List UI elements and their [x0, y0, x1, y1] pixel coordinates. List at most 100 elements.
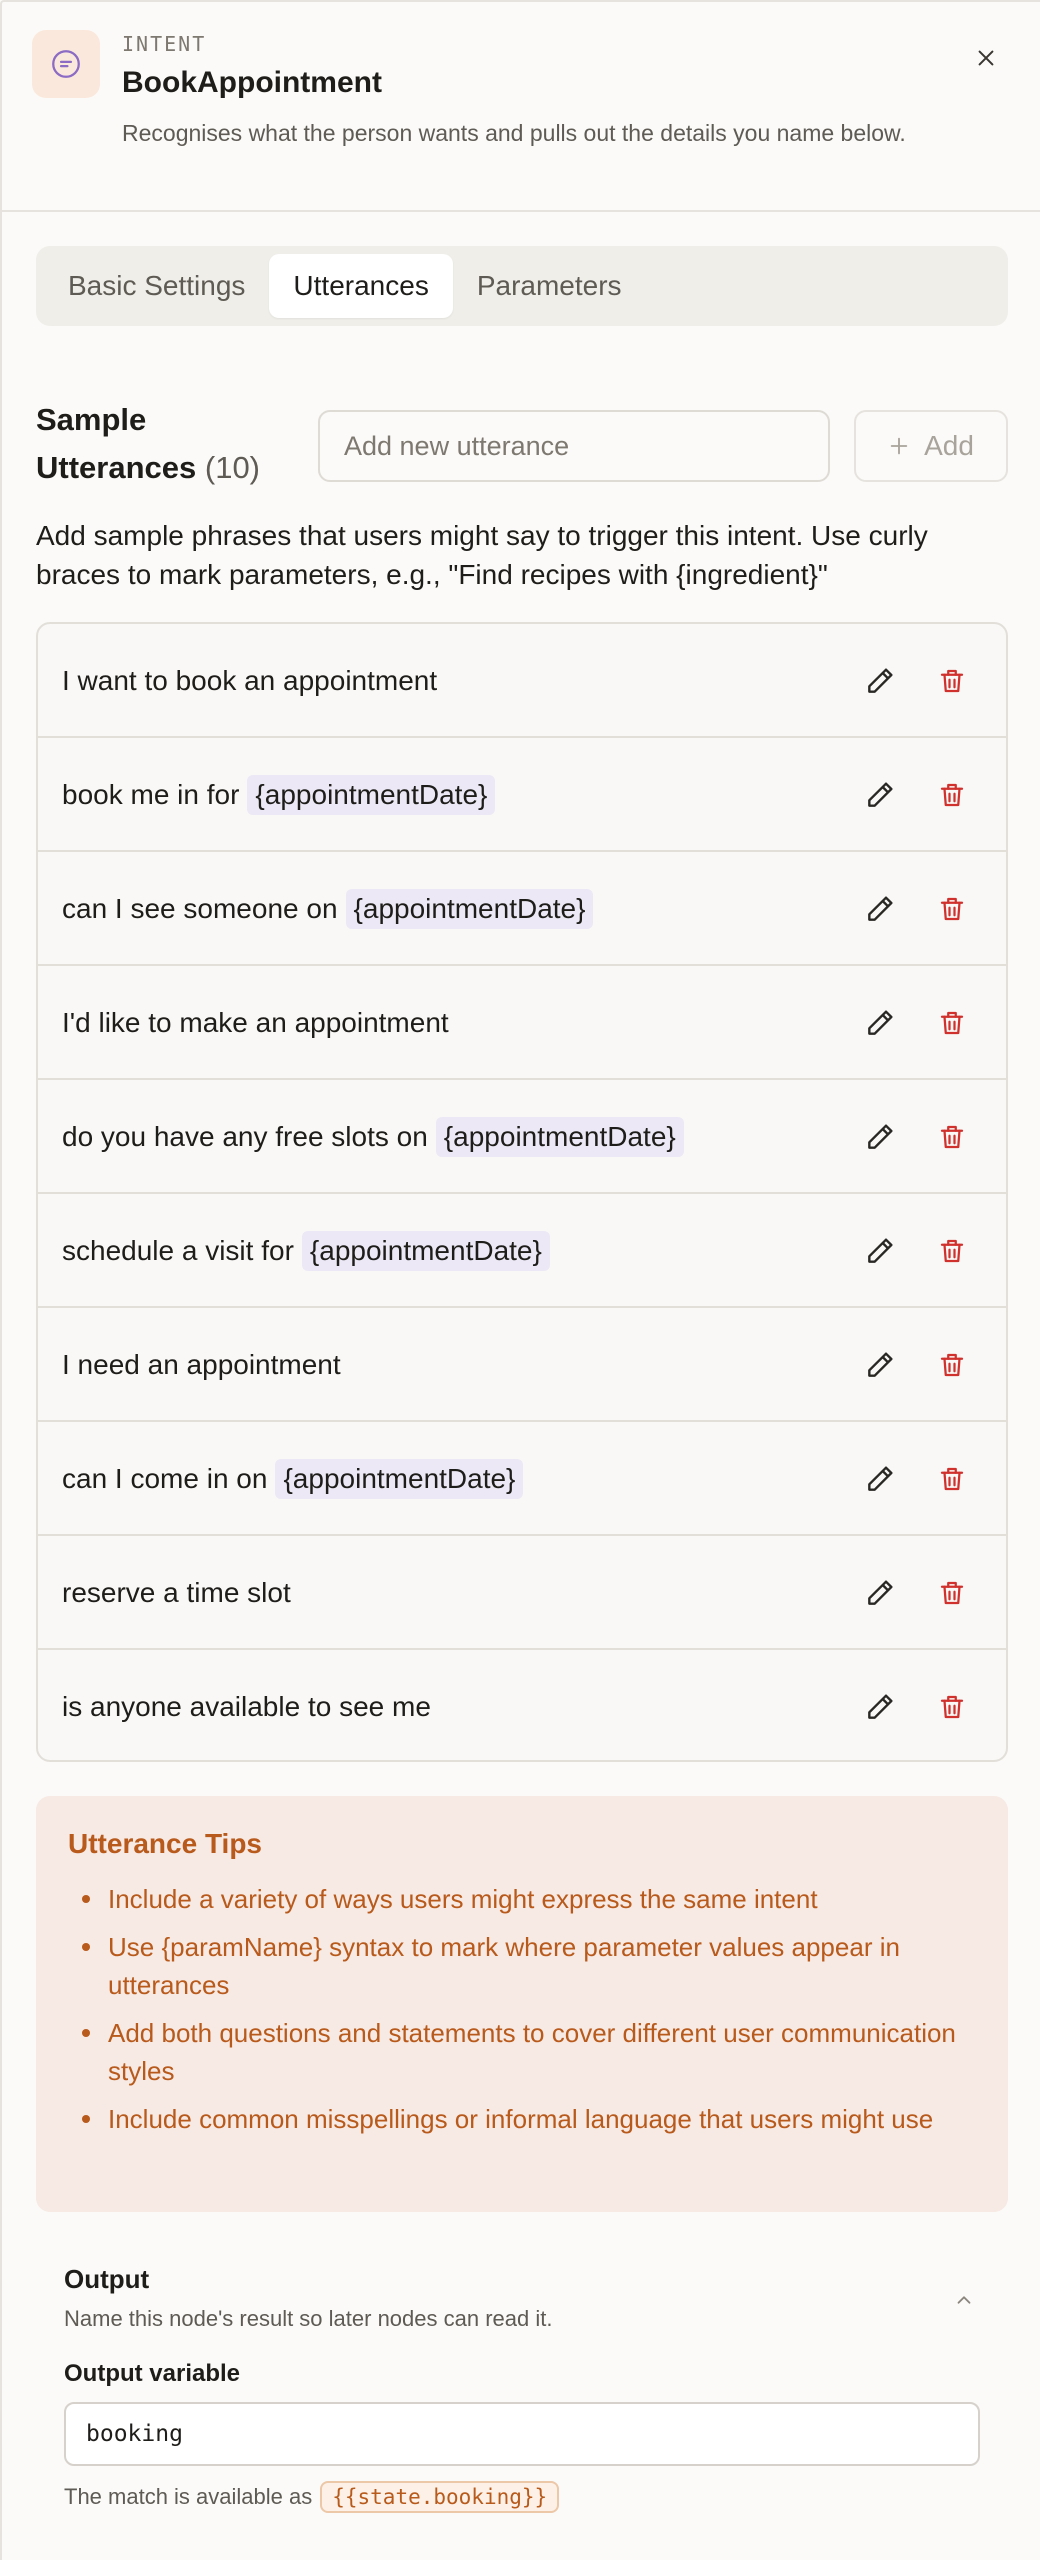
pencil-icon	[868, 782, 893, 807]
edit-utterance-button[interactable]	[860, 889, 900, 929]
output-section-title: Output	[64, 2264, 150, 2294]
section-title: Sample Utterances	[36, 402, 197, 485]
list-item: can I come in on {appointmentDate}	[38, 1422, 1006, 1536]
delete-utterance-button[interactable]	[932, 661, 972, 701]
parameter-chip: {appointmentDate}	[345, 889, 594, 929]
utterance-text: I'd like to make an appointment	[62, 966, 449, 1080]
parameter-chip: {appointmentDate}	[247, 775, 496, 815]
edit-utterance-button[interactable]	[860, 1573, 900, 1613]
edit-utterance-button[interactable]	[860, 1003, 900, 1043]
trash-icon	[940, 1581, 964, 1605]
collapse-output-button[interactable]	[946, 2282, 982, 2318]
utterance-count: (10)	[204, 450, 261, 485]
tip-item: Add both questions and statements to cov…	[68, 2014, 968, 2090]
pencil-icon	[868, 1580, 893, 1605]
edit-utterance-button[interactable]	[860, 1459, 900, 1499]
state-reference-chip: {{state.booking}}	[320, 2481, 560, 2513]
pencil-icon	[868, 1124, 893, 1149]
output-variable-input[interactable]	[64, 2402, 980, 2466]
parameter-chip: {appointmentDate}	[435, 1117, 684, 1157]
utterance-phrase: I'd like to make an appointment	[62, 1007, 449, 1038]
tip-item: Include common misspellings or informal …	[68, 2100, 968, 2138]
output-variable-label: Output variable	[64, 2360, 241, 2387]
tip-item: Use {paramName} syntax to mark where par…	[68, 1928, 968, 2004]
delete-utterance-button[interactable]	[932, 1687, 972, 1727]
pencil-icon	[868, 896, 893, 921]
trash-icon	[940, 1125, 964, 1149]
utterance-text: can I see someone on {appointmentDate}	[62, 852, 594, 966]
close-button[interactable]	[966, 38, 1006, 78]
close-icon	[978, 50, 994, 66]
panel-header: INTENT BookAppointment Recognises what t…	[2, 2, 1040, 212]
list-item: schedule a visit for {appointmentDate}	[38, 1194, 1006, 1308]
delete-utterance-button[interactable]	[932, 1345, 972, 1385]
list-item: I want to book an appointment	[38, 624, 1006, 738]
utterance-phrase: can I come in on	[62, 1463, 268, 1494]
edit-utterance-button[interactable]	[860, 775, 900, 815]
delete-utterance-button[interactable]	[932, 889, 972, 929]
edit-utterance-button[interactable]	[860, 1231, 900, 1271]
edit-utterance-button[interactable]	[860, 1345, 900, 1385]
tab-bar: Basic Settings Utterances Parameters	[36, 246, 1008, 326]
utterance-tips-box: Utterance Tips Include a variety of ways…	[36, 1796, 1008, 2212]
list-item: do you have any free slots on {appointme…	[38, 1080, 1006, 1194]
list-item: I'd like to make an appointment	[38, 966, 1006, 1080]
utterance-phrase: do you have any free slots on	[62, 1121, 428, 1152]
trash-icon	[940, 1695, 964, 1719]
utterance-phrase: schedule a visit for	[62, 1235, 294, 1266]
utterance-text: book me in for {appointmentDate}	[62, 738, 496, 852]
output-section-subtitle: Name this node's result so later nodes c…	[64, 2306, 553, 2331]
parameter-chip: {appointmentDate}	[301, 1231, 550, 1271]
plus-icon	[890, 437, 908, 455]
add-utterance-button[interactable]: Add	[854, 410, 1008, 482]
trash-icon	[940, 1239, 964, 1263]
delete-utterance-button[interactable]	[932, 1003, 972, 1043]
trash-icon	[940, 897, 964, 921]
chat-bubble-icon	[32, 30, 100, 98]
page-description: Recognises what the person wants and pul…	[122, 120, 906, 146]
trash-icon	[940, 783, 964, 807]
pencil-icon	[868, 1694, 893, 1719]
trash-icon	[940, 1353, 964, 1377]
node-kind-label: INTENT	[122, 32, 207, 56]
list-item: can I see someone on {appointmentDate}	[38, 852, 1006, 966]
edit-utterance-button[interactable]	[860, 661, 900, 701]
delete-utterance-button[interactable]	[932, 775, 972, 815]
pencil-icon	[868, 1238, 893, 1263]
trash-icon	[940, 1011, 964, 1035]
availability-prefix: The match is available as	[64, 2484, 313, 2509]
utterance-text: I want to book an appointment	[62, 624, 437, 738]
utterance-phrase: book me in for	[62, 779, 240, 810]
utterance-text: is anyone available to see me	[62, 1650, 431, 1760]
tab-utterances[interactable]: Utterances	[269, 254, 453, 318]
list-item: I need an appointment	[38, 1308, 1006, 1422]
tip-item: Include a variety of ways users might ex…	[68, 1880, 968, 1918]
tab-basic-settings[interactable]: Basic Settings	[44, 254, 269, 318]
utterance-text: reserve a time slot	[62, 1536, 291, 1650]
delete-utterance-button[interactable]	[932, 1117, 972, 1157]
pencil-icon	[868, 668, 893, 693]
utterances-help-text: Add sample phrases that users might say …	[36, 520, 928, 590]
list-item: book me in for {appointmentDate}	[38, 738, 1006, 852]
page-title: BookAppointment	[122, 66, 382, 99]
list-item: is anyone available to see me	[38, 1650, 1006, 1760]
utterance-phrase: I want to book an appointment	[62, 665, 438, 696]
edit-utterance-button[interactable]	[860, 1117, 900, 1157]
intent-panel: INTENT BookAppointment Recognises what t…	[0, 0, 1040, 2560]
edit-utterance-button[interactable]	[860, 1687, 900, 1727]
utterance-list: I want to book an appointment book me in…	[36, 622, 1008, 1762]
sample-utterances-heading: Sample Utterances (10)	[36, 396, 296, 492]
delete-utterance-button[interactable]	[932, 1573, 972, 1613]
pencil-icon	[868, 1466, 893, 1491]
trash-icon	[940, 1467, 964, 1491]
new-utterance-input[interactable]	[318, 410, 830, 482]
utterance-phrase: I need an appointment	[62, 1349, 341, 1380]
chevron-up-icon	[957, 2296, 971, 2304]
delete-utterance-button[interactable]	[932, 1231, 972, 1271]
availability-note: The match is available as {{state.bookin…	[64, 2478, 560, 2516]
tips-list: Include a variety of ways users might ex…	[68, 1880, 968, 2148]
tab-parameters[interactable]: Parameters	[453, 254, 646, 318]
utterance-text: do you have any free slots on {appointme…	[62, 1080, 684, 1194]
pencil-icon	[868, 1010, 893, 1035]
delete-utterance-button[interactable]	[932, 1459, 972, 1499]
